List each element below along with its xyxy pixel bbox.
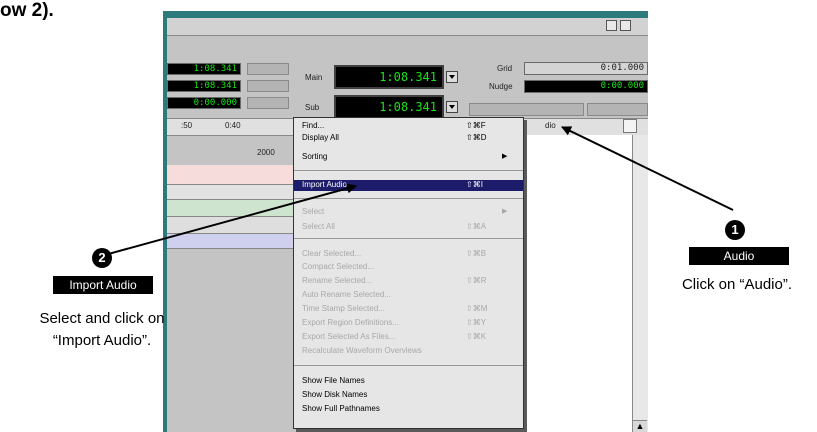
menu-separator xyxy=(294,238,523,239)
callout-2-caption-line2: “Import Audio”. xyxy=(52,332,152,349)
ruler-mark-2: 0:40 xyxy=(225,121,241,130)
menu-item-label: Export Region Definitions... xyxy=(302,318,399,327)
menu-item-label: Import Audio... xyxy=(302,180,354,189)
tempo-lane[interactable] xyxy=(167,200,295,217)
collapse-box-icon[interactable] xyxy=(620,20,631,31)
menu-item-label: Show Full Pathnames xyxy=(302,404,380,413)
menu-item-label: Show File Names xyxy=(302,376,365,385)
menu-item-label: Rename Selected... xyxy=(302,276,373,285)
cursor-box xyxy=(469,103,584,116)
menu-item-show-full-pathnames[interactable]: Show Full Pathnames xyxy=(294,404,523,415)
menu-item-label: Clear Selected... xyxy=(302,249,362,258)
menu-item-select[interactable]: Select ▶ xyxy=(294,207,523,218)
counter-end: 1:08.341 xyxy=(167,80,241,92)
submenu-arrow-icon: ▶ xyxy=(502,208,508,215)
audio-tab[interactable]: dio xyxy=(545,121,556,130)
menu-item-display-all[interactable]: Display All ⇧⌘D xyxy=(294,133,523,144)
pre-roll-box[interactable] xyxy=(247,63,289,75)
menu-item-find[interactable]: Find... ⇧⌘F xyxy=(294,121,523,132)
submenu-arrow-icon: ▶ xyxy=(502,153,508,160)
callout-2-number: 2 xyxy=(92,248,112,268)
sub-counter-dropdown-icon[interactable] xyxy=(446,101,458,113)
menu-item-import-audio[interactable]: Import Audio... ⇧⌘I xyxy=(294,180,523,191)
menu-item-shortcut: ⇧⌘R xyxy=(466,276,487,285)
counter-start: 1:08.341 xyxy=(167,63,241,75)
menu-item-select-all[interactable]: Select All ⇧⌘A xyxy=(294,222,523,233)
main-counter: 1:08.341 xyxy=(334,65,444,89)
menu-item-show-disk-names[interactable]: Show Disk Names xyxy=(294,390,523,401)
menu-item-recalculate-waveform-overviews[interactable]: Recalculate Waveform Overviews xyxy=(294,346,523,357)
cursor-box-2 xyxy=(587,103,648,116)
step-heading: ow 2). xyxy=(0,0,54,21)
menu-item-show-file-names[interactable]: Show File Names xyxy=(294,376,523,387)
callout-1-number: 1 xyxy=(725,220,745,240)
ruler-mark-1: :50 xyxy=(181,121,193,130)
nudge-value[interactable]: 0:00.000 xyxy=(524,80,648,93)
menu-item-shortcut: ⇧⌘I xyxy=(466,180,483,189)
ruler-value: 2000 xyxy=(257,148,275,157)
lane-gap-2 xyxy=(167,217,295,234)
menu-item-label: Time Stamp Selected... xyxy=(302,304,385,313)
menu-item-shortcut: ⇧⌘M xyxy=(466,304,488,313)
title-bar[interactable] xyxy=(167,18,648,36)
fade-box[interactable] xyxy=(247,97,289,109)
marker-lane[interactable] xyxy=(167,165,295,185)
grid-label: Grid xyxy=(497,64,513,73)
main-counter-label: Main xyxy=(305,73,323,82)
meter-lane[interactable] xyxy=(167,234,295,249)
sub-counter-label: Sub xyxy=(305,103,320,112)
menu-separator xyxy=(294,365,523,366)
zoom-box-icon[interactable] xyxy=(606,20,617,31)
menu-item-label: Select xyxy=(302,207,325,216)
menu-item-rename-selected[interactable]: Rename Selected... ⇧⌘R xyxy=(294,276,523,287)
grid-value[interactable]: 0:01.000 xyxy=(524,62,648,75)
callout-2-tag: Import Audio xyxy=(53,276,153,294)
lane-gap xyxy=(167,185,295,200)
menu-item-compact-selected[interactable]: Compact Selected... xyxy=(294,262,523,273)
counter-length: 0:00.000 xyxy=(167,97,241,109)
menu-item-label: Display All xyxy=(302,133,339,142)
menu-item-shortcut: ⇧⌘Y xyxy=(466,318,487,327)
menu-item-shortcut: ⇧⌘D xyxy=(466,133,487,142)
list-scrollbar[interactable] xyxy=(632,135,648,432)
menu-separator xyxy=(294,170,523,171)
menu-item-label: Compact Selected... xyxy=(302,262,375,271)
scroll-up-arrow-icon[interactable]: ▲ xyxy=(633,420,647,432)
menu-item-shortcut: ⇧⌘K xyxy=(466,332,487,341)
callout-1-tag: Audio xyxy=(689,247,789,265)
menu-item-label: Find... xyxy=(302,121,325,130)
menu-item-clear-selected[interactable]: Clear Selected... ⇧⌘B xyxy=(294,249,523,260)
regions-list-icon[interactable] xyxy=(623,119,637,133)
main-counter-dropdown-icon[interactable] xyxy=(446,71,458,83)
menu-item-label: Sorting xyxy=(302,152,328,161)
menu-item-sorting[interactable]: Sorting ▶ xyxy=(294,152,523,163)
menu-item-time-stamp-selected[interactable]: Time Stamp Selected... ⇧⌘M xyxy=(294,304,523,315)
menu-item-export-selected-as-files[interactable]: Export Selected As Files... ⇧⌘K xyxy=(294,332,523,343)
menu-item-label: Auto Rename Selected... xyxy=(302,290,391,299)
menu-item-export-region-definitions[interactable]: Export Region Definitions... ⇧⌘Y xyxy=(294,318,523,329)
nudge-label: Nudge xyxy=(489,82,513,91)
menu-item-label: Export Selected As Files... xyxy=(302,332,396,341)
callout-2-caption-line1: Select and click on xyxy=(39,310,165,327)
menu-item-label: Recalculate Waveform Overviews xyxy=(302,346,422,355)
audio-regions-list[interactable] xyxy=(526,135,632,432)
menu-item-shortcut: ⇧⌘F xyxy=(466,121,486,130)
callout-1-caption: Click on “Audio”. xyxy=(681,276,793,293)
menu-item-label: Show Disk Names xyxy=(302,390,368,399)
menu-separator xyxy=(294,198,523,199)
post-roll-box[interactable] xyxy=(247,80,289,92)
menu-item-auto-rename-selected[interactable]: Auto Rename Selected... xyxy=(294,290,523,301)
audio-popup-menu: Find... ⇧⌘F Display All ⇧⌘D Sorting ▶ Import A… xyxy=(293,117,524,429)
menu-item-label: Select All xyxy=(302,222,335,231)
menu-item-shortcut: ⇧⌘B xyxy=(466,249,487,258)
sub-counter: 1:08.341 xyxy=(334,95,444,119)
menu-item-shortcut: ⇧⌘A xyxy=(466,222,487,231)
